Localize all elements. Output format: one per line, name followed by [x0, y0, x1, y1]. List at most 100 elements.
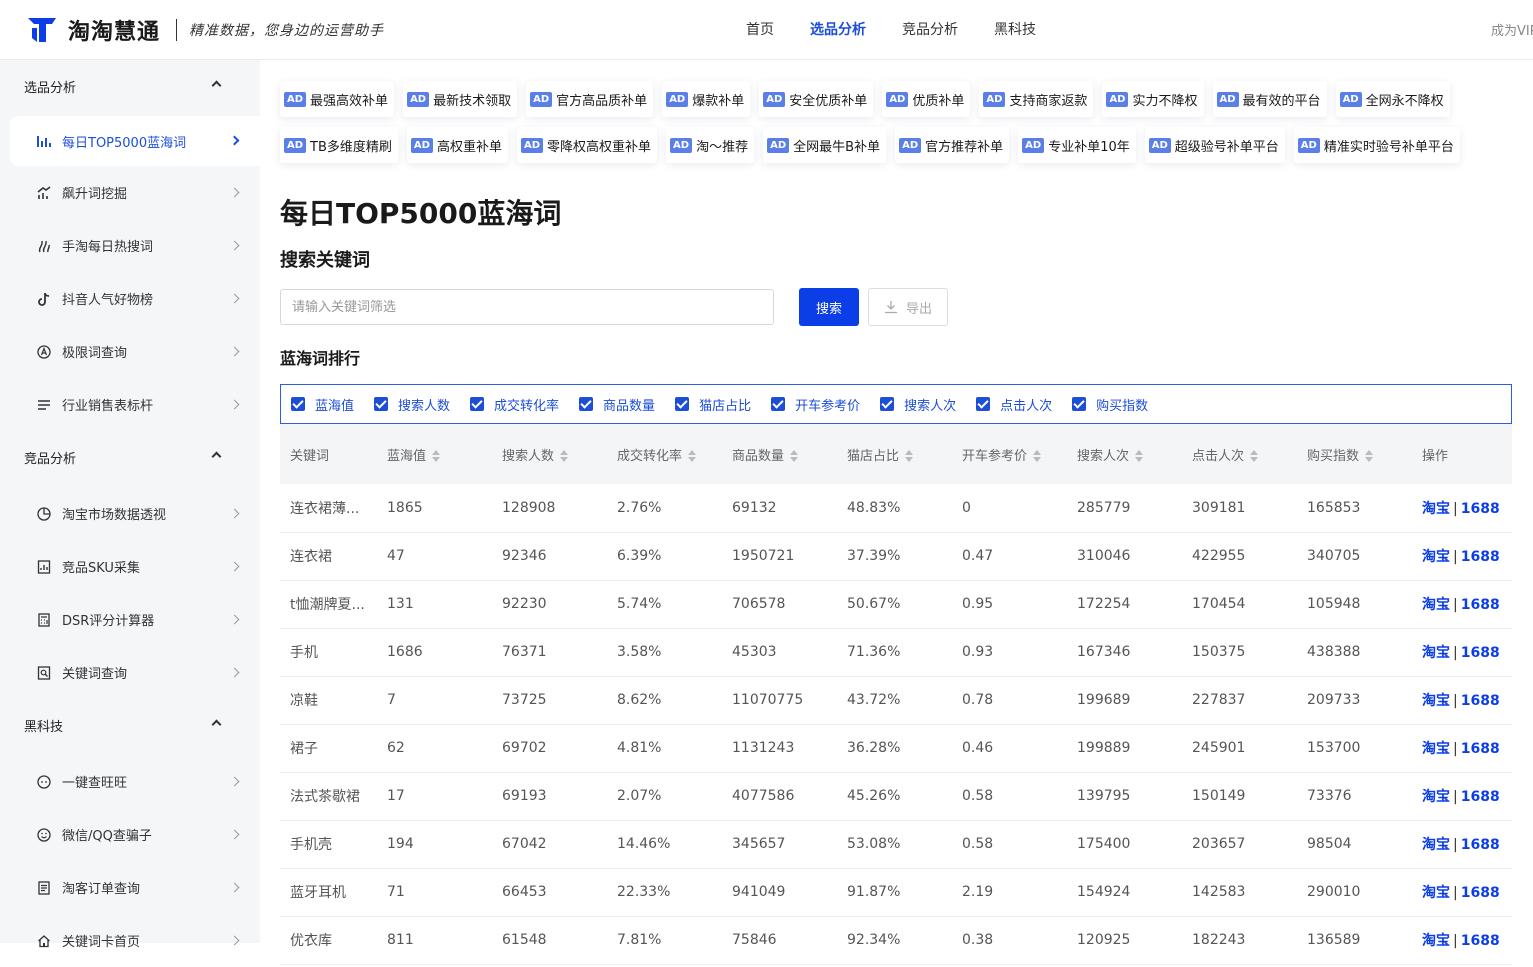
- column-header[interactable]: 蓝海值: [377, 424, 492, 484]
- sidebar-group-header[interactable]: 竞品分析: [0, 431, 260, 487]
- sort-icon[interactable]: [1250, 450, 1259, 462]
- ad-link[interactable]: AD 全网永不降权: [1335, 81, 1450, 117]
- sidebar-item[interactable]: 飙升词挖掘: [0, 166, 260, 219]
- sidebar-group-header[interactable]: 黑科技: [0, 699, 260, 755]
- export-button[interactable]: 导出: [868, 288, 948, 326]
- link-1688[interactable]: 1688: [1461, 645, 1500, 661]
- sort-icon[interactable]: [560, 450, 569, 462]
- checkbox-checked-icon[interactable]: [675, 397, 690, 411]
- column-filter-checkbox[interactable]: 点击人次: [976, 395, 1052, 414]
- column-filter-checkbox[interactable]: 成交转化率: [470, 395, 559, 414]
- search-button[interactable]: 搜索: [799, 288, 859, 326]
- link-1688[interactable]: 1688: [1461, 693, 1500, 709]
- checkbox-checked-icon[interactable]: [1072, 397, 1087, 411]
- column-header[interactable]: 成交转化率: [607, 424, 722, 484]
- checkbox-checked-icon[interactable]: [374, 397, 389, 411]
- ad-link[interactable]: AD 全网最牛B补单: [763, 127, 887, 163]
- taobao-link[interactable]: 淘宝: [1422, 789, 1450, 805]
- taobao-link[interactable]: 淘宝: [1422, 501, 1450, 517]
- taobao-link[interactable]: 淘宝: [1422, 933, 1450, 949]
- sidebar-group-header[interactable]: 选品分析: [0, 60, 260, 116]
- topnav-item[interactable]: 黑科技: [978, 0, 1052, 60]
- link-1688[interactable]: 1688: [1461, 501, 1500, 517]
- ad-link[interactable]: AD 最强高效补单: [280, 81, 395, 117]
- ad-link[interactable]: AD 超级验号补单平台: [1144, 127, 1285, 163]
- link-1688[interactable]: 1688: [1461, 885, 1500, 901]
- link-1688[interactable]: 1688: [1461, 597, 1500, 613]
- ad-link[interactable]: AD 专业补单10年: [1018, 127, 1136, 163]
- taobao-link[interactable]: 淘宝: [1422, 885, 1450, 901]
- sort-icon[interactable]: [688, 450, 697, 462]
- sort-icon[interactable]: [1033, 450, 1042, 462]
- checkbox-checked-icon[interactable]: [579, 397, 594, 411]
- column-header[interactable]: 搜索人数: [492, 424, 607, 484]
- ad-link[interactable]: AD 高权重补单: [406, 127, 508, 163]
- sort-icon[interactable]: [1135, 450, 1144, 462]
- link-1688[interactable]: 1688: [1461, 933, 1500, 949]
- column-header[interactable]: 购买指数: [1297, 424, 1412, 484]
- ad-link[interactable]: AD 最有效的平台: [1212, 81, 1327, 117]
- column-header[interactable]: 开车参考价: [952, 424, 1067, 484]
- ad-link[interactable]: AD 零降权高权重补单: [516, 127, 658, 163]
- link-1688[interactable]: 1688: [1461, 837, 1500, 853]
- column-filter-checkbox[interactable]: 猫店占比: [675, 395, 751, 414]
- checkbox-checked-icon[interactable]: [976, 397, 991, 411]
- taobao-link[interactable]: 淘宝: [1422, 693, 1450, 709]
- sidebar-item[interactable]: 抖音人气好物榜: [0, 272, 260, 325]
- ad-link[interactable]: AD 官方高品质补单: [526, 81, 654, 117]
- ad-link[interactable]: AD TB多维度精刷: [280, 127, 398, 163]
- link-1688[interactable]: 1688: [1461, 549, 1500, 565]
- sidebar-item[interactable]: 竞品SKU采集: [0, 540, 260, 593]
- link-1688[interactable]: 1688: [1461, 741, 1500, 757]
- column-header[interactable]: 商品数量: [722, 424, 837, 484]
- ad-link[interactable]: AD 淘～推荐: [666, 127, 755, 163]
- column-header[interactable]: 点击人次: [1182, 424, 1297, 484]
- ad-link[interactable]: AD 官方推荐补单: [895, 127, 1010, 163]
- taobao-link[interactable]: 淘宝: [1422, 837, 1450, 853]
- ad-link[interactable]: AD 优质补单: [882, 81, 971, 117]
- ad-link[interactable]: AD 最新技术领取: [403, 81, 518, 117]
- checkbox-checked-icon[interactable]: [470, 397, 485, 411]
- checkbox-checked-icon[interactable]: [880, 397, 895, 411]
- taobao-link[interactable]: 淘宝: [1422, 549, 1450, 565]
- sort-icon[interactable]: [432, 450, 441, 462]
- column-filter-checkbox[interactable]: 购买指数: [1072, 395, 1148, 414]
- sidebar-item[interactable]: 微信/QQ查骗子: [0, 808, 260, 861]
- ad-link[interactable]: AD 实力不降权: [1102, 81, 1204, 117]
- topnav-item[interactable]: 竞品分析: [886, 0, 974, 60]
- sidebar-item[interactable]: 极限词查询: [0, 325, 260, 378]
- ad-link[interactable]: AD 安全优质补单: [759, 81, 874, 117]
- checkbox-checked-icon[interactable]: [291, 397, 305, 411]
- column-header[interactable]: 猫店占比: [837, 424, 952, 484]
- sidebar-item[interactable]: 手淘每日热搜词: [0, 219, 260, 272]
- become-vip-link[interactable]: 成为VIP: [1491, 20, 1533, 39]
- sidebar-item[interactable]: 行业销售表标杆: [0, 378, 260, 431]
- logo[interactable]: 淘淘慧通 精准数据，您身边的运营助手: [26, 14, 384, 46]
- sidebar-item[interactable]: 淘客订单查询: [0, 861, 260, 914]
- taobao-link[interactable]: 淘宝: [1422, 597, 1450, 613]
- ad-link[interactable]: AD 精准实时验号补单平台: [1293, 127, 1460, 163]
- sort-icon[interactable]: [790, 450, 799, 462]
- topnav-item[interactable]: 首页: [730, 0, 790, 60]
- sort-icon[interactable]: [1365, 450, 1374, 462]
- taobao-link[interactable]: 淘宝: [1422, 645, 1450, 661]
- sidebar-item[interactable]: 一键查旺旺: [0, 755, 260, 808]
- column-filter-checkbox[interactable]: 蓝海值: [291, 395, 354, 414]
- checkbox-checked-icon[interactable]: [771, 397, 786, 411]
- column-header[interactable]: 搜索人次: [1067, 424, 1182, 484]
- link-1688[interactable]: 1688: [1461, 789, 1500, 805]
- topnav-item[interactable]: 选品分析: [794, 0, 882, 60]
- ad-link[interactable]: AD 支持商家返款: [979, 81, 1094, 117]
- sidebar-item[interactable]: DSR评分计算器: [0, 593, 260, 646]
- taobao-link[interactable]: 淘宝: [1422, 741, 1450, 757]
- column-filter-checkbox[interactable]: 搜索人数: [374, 395, 450, 414]
- sidebar-item[interactable]: 关键词查询: [0, 646, 260, 699]
- column-filter-checkbox[interactable]: 商品数量: [579, 395, 655, 414]
- column-filter-checkbox[interactable]: 搜索人次: [880, 395, 956, 414]
- sidebar-item[interactable]: 关键词卡首页: [0, 914, 260, 967]
- sidebar-item[interactable]: 每日TOP5000蓝海词: [10, 116, 260, 166]
- keyword-search-input[interactable]: [280, 289, 774, 325]
- sort-icon[interactable]: [905, 450, 914, 462]
- ad-link[interactable]: AD 爆款补单: [662, 81, 751, 117]
- sidebar-item[interactable]: 淘宝市场数据透视: [0, 487, 260, 540]
